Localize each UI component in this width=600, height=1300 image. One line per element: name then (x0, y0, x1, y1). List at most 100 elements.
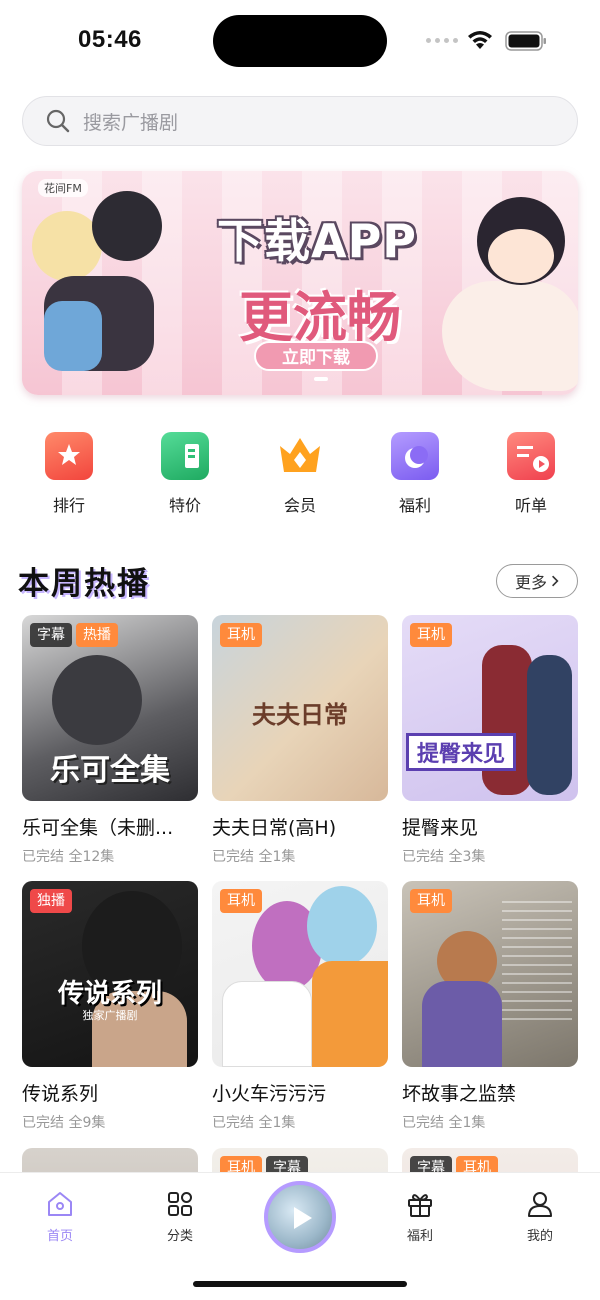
drama-status: 已完结 (22, 849, 64, 865)
play-icon (294, 1207, 312, 1229)
banner-pagination (314, 377, 328, 381)
tag: 耳机 (220, 623, 262, 647)
more-button[interactable]: 更多 (496, 564, 578, 598)
wifi-icon (468, 31, 492, 49)
category-icon (168, 1192, 192, 1216)
drama-card[interactable]: 耳机 坏故事之监禁 已完结 全1集 (402, 881, 578, 1132)
drama-cover: 传说系列 独家广播剧 独播 (22, 881, 198, 1067)
tag-group: 耳机 (220, 623, 262, 647)
cover-figure (422, 981, 502, 1067)
drama-title: 提臀来见 (402, 817, 479, 839)
crown-icon (276, 432, 324, 480)
quick-link-vip[interactable]: 会员 (255, 432, 345, 516)
drama-cover: 耳机 (402, 881, 578, 1067)
drama-card[interactable]: 耳机 小火车污污污 已完结 全1集 (212, 881, 388, 1132)
cover-figure (307, 886, 377, 966)
home-icon (48, 1192, 72, 1216)
tag: 耳机 (220, 889, 262, 913)
quick-links: 排行 特价 会员 福利 听单 (0, 432, 600, 522)
tab-label: 首页 (46, 1229, 73, 1244)
drama-episodes: 全12集 (68, 849, 115, 865)
cover-figure (312, 961, 388, 1067)
battery-icon (505, 31, 546, 51)
drama-meta: 已完结 全1集 (402, 1112, 578, 1132)
quick-link-label: 福利 (398, 496, 431, 515)
drama-card[interactable]: 提臀来见 耳机 提臀来见 已完结 全3集 (402, 615, 578, 866)
quick-link-label: 排行 (52, 496, 85, 515)
banner-logo: 花间FM (38, 179, 88, 197)
cover-subtitle: 独家广播剧 (82, 1009, 138, 1022)
banner-headline: 下载APP (216, 214, 418, 268)
tab-welfare[interactable]: 福利 (380, 1189, 460, 1244)
more-label: 更多 (514, 573, 547, 592)
drama-meta: 已完结 全1集 (212, 1112, 388, 1132)
tag: 耳机 (410, 623, 452, 647)
drama-status: 已完结 (402, 849, 444, 865)
drama-episodes: 全1集 (258, 849, 296, 865)
drama-cover: 夫夫日常 耳机 (212, 615, 388, 801)
quick-link-label: 特价 (168, 496, 201, 515)
drama-status: 已完结 (22, 1115, 64, 1131)
drama-meta: 已完结 全9集 (22, 1112, 198, 1132)
profile-icon (528, 1192, 552, 1217)
cover-figure (222, 981, 312, 1067)
status-time: 05:46 (78, 26, 142, 53)
tag-group: 耳机 (410, 889, 452, 913)
section-title: 本周热播 (18, 566, 150, 602)
drama-meta: 已完结 全1集 (212, 846, 388, 866)
quick-link-welfare[interactable]: 福利 (370, 432, 460, 516)
tag-group: 字幕 热播 (30, 623, 118, 647)
tag-group: 耳机 (220, 889, 262, 913)
quick-link-discount[interactable]: 特价 (140, 432, 230, 516)
book-icon (161, 432, 209, 480)
drama-title: 夫夫日常(高H) (212, 817, 337, 839)
cover-title: 提臀来见 (406, 733, 516, 771)
gift-icon (408, 1194, 432, 1217)
search-placeholder: 搜索广播剧 (83, 111, 179, 134)
status-bar: 05:46 (0, 0, 600, 82)
tab-label: 福利 (406, 1229, 433, 1244)
quick-link-label: 听单 (514, 496, 547, 515)
banner-bottle (44, 301, 102, 371)
cover-figure (527, 655, 572, 795)
home-indicator (193, 1281, 407, 1287)
drama-episodes: 全1集 (448, 1115, 486, 1131)
moon-icon (391, 432, 439, 480)
drama-card[interactable]: 传说系列 独家广播剧 独播 传说系列 已完结 全9集 (22, 881, 198, 1132)
drama-meta: 已完结 全12集 (22, 846, 198, 866)
banner-hand (442, 281, 578, 391)
cover-figure (52, 655, 142, 745)
ranking-icon (45, 432, 93, 480)
tag-group: 独播 (30, 889, 72, 913)
tag: 耳机 (410, 889, 452, 913)
drama-cover: 提臀来见 耳机 (402, 615, 578, 801)
drama-title: 传说系列 (22, 1083, 99, 1105)
drama-meta: 已完结 全3集 (402, 846, 578, 866)
drama-episodes: 全3集 (448, 849, 486, 865)
drama-status: 已完结 (212, 1115, 254, 1131)
drama-title: 乐可全集（未删... (22, 817, 174, 839)
drama-title: 坏故事之监禁 (402, 1083, 517, 1105)
banner-download-button[interactable]: 立即下载 (254, 341, 378, 371)
drama-card[interactable]: 夫夫日常 耳机 夫夫日常(高H) 已完结 全1集 (212, 615, 388, 866)
mini-player-button[interactable] (264, 1181, 336, 1253)
tag: 热播 (76, 623, 118, 647)
tab-profile[interactable]: 我的 (500, 1189, 580, 1244)
drama-cover: 乐可全集 字幕 热播 (22, 615, 198, 801)
tab-home[interactable]: 首页 (20, 1189, 100, 1244)
banner-character-left-2 (92, 191, 162, 261)
dynamic-island (213, 15, 387, 67)
banner-character-right-face (488, 229, 554, 283)
quick-link-playlist[interactable]: 听单 (486, 432, 576, 516)
cover-credits (502, 901, 572, 1021)
quick-link-label: 会员 (283, 496, 316, 515)
quick-link-ranking[interactable]: 排行 (24, 432, 114, 516)
signal-icon (426, 38, 458, 43)
tab-category[interactable]: 分类 (140, 1189, 220, 1244)
promo-banner[interactable]: 花间FM 下载APP 更流畅 立即下载 (22, 171, 578, 395)
tag: 独播 (30, 889, 72, 913)
search-bar[interactable]: 搜索广播剧 (22, 96, 578, 146)
tag: 字幕 (30, 623, 72, 647)
drama-card[interactable]: 乐可全集 字幕 热播 乐可全集（未删... 已完结 全12集 (22, 615, 198, 866)
drama-episodes: 全9集 (68, 1115, 106, 1131)
